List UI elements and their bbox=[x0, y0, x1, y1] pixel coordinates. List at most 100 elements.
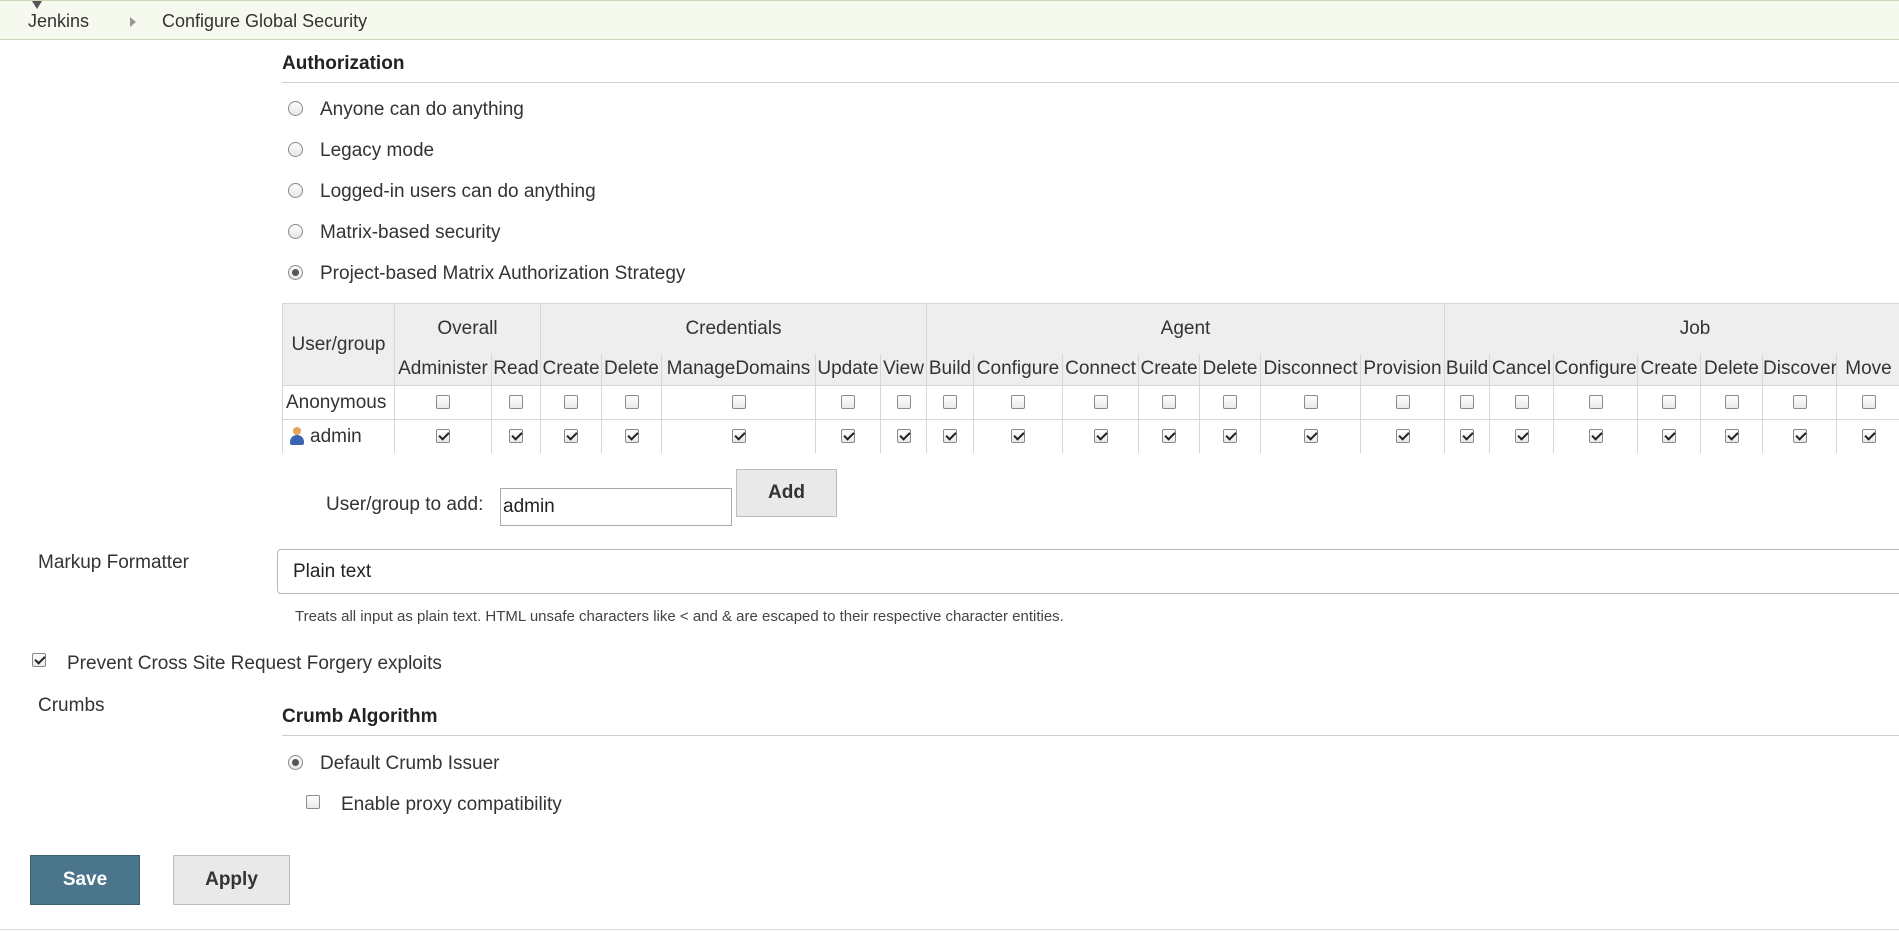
permission-cell bbox=[1637, 385, 1702, 420]
authorization-option-label: Anyone can do anything bbox=[320, 99, 524, 120]
permission-cell bbox=[491, 385, 541, 420]
permission-checkbox[interactable] bbox=[1861, 395, 1876, 410]
user-icon bbox=[290, 427, 304, 446]
default-crumb-issuer-radio[interactable] bbox=[288, 755, 303, 770]
permission-checkbox[interactable] bbox=[1223, 395, 1237, 410]
permission-checkbox[interactable] bbox=[1303, 429, 1318, 444]
save-button[interactable]: Save bbox=[30, 855, 140, 905]
crumbs-label: Crumbs bbox=[38, 695, 105, 716]
csrf-label: Prevent Cross Site Request Forgery explo… bbox=[67, 653, 442, 674]
permission-checkbox[interactable] bbox=[1514, 429, 1529, 444]
permission-checkbox[interactable] bbox=[896, 429, 911, 444]
permission-checkbox[interactable] bbox=[1395, 395, 1410, 410]
permission-checkbox[interactable] bbox=[1861, 429, 1876, 444]
permission-cell bbox=[661, 419, 816, 453]
authorization-option-label: Logged-in users can do anything bbox=[320, 181, 596, 202]
user-group-add-label: User/group to add: bbox=[326, 494, 484, 515]
permission-checkbox[interactable] bbox=[1724, 429, 1739, 444]
permission-checkbox[interactable] bbox=[1395, 429, 1410, 444]
permission-checkbox[interactable] bbox=[943, 429, 957, 444]
permission-group-header: Credentials bbox=[540, 303, 927, 354]
permission-checkbox[interactable] bbox=[841, 429, 855, 444]
permission-checkbox[interactable] bbox=[1792, 429, 1807, 444]
permission-cell bbox=[1444, 419, 1491, 453]
permission-checkbox[interactable] bbox=[624, 429, 639, 444]
apply-button[interactable]: Apply bbox=[173, 855, 290, 905]
permission-checkbox[interactable] bbox=[1011, 429, 1025, 444]
permission-checkbox[interactable] bbox=[436, 395, 450, 410]
permission-cell bbox=[973, 419, 1063, 453]
csrf-checkbox[interactable] bbox=[32, 653, 46, 667]
markup-formatter-help: Treats all input as plain text. HTML uns… bbox=[295, 608, 1064, 625]
proxy-compatibility-checkbox[interactable] bbox=[306, 795, 320, 809]
authorization-radio[interactable] bbox=[288, 183, 303, 198]
permission-group-header: Job bbox=[1444, 303, 1899, 354]
authorization-radio[interactable] bbox=[288, 101, 303, 116]
permission-checkbox[interactable] bbox=[1162, 395, 1176, 410]
permission-cell bbox=[394, 419, 492, 453]
permission-checkbox[interactable] bbox=[1514, 395, 1529, 410]
breadcrumb-jenkins-link[interactable]: Jenkins bbox=[28, 11, 89, 32]
permission-cell bbox=[880, 385, 927, 420]
permission-cell bbox=[1489, 419, 1555, 453]
add-user-button[interactable]: Add bbox=[736, 469, 837, 517]
permission-cell bbox=[815, 385, 881, 420]
permission-checkbox[interactable] bbox=[1162, 429, 1176, 444]
permission-cell bbox=[1637, 419, 1702, 453]
permission-checkbox[interactable] bbox=[731, 395, 746, 410]
authorization-option-label: Project-based Matrix Authorization Strat… bbox=[320, 263, 686, 284]
permission-checkbox[interactable] bbox=[509, 395, 523, 410]
permission-cell bbox=[1199, 385, 1261, 420]
permission-checkbox[interactable] bbox=[1724, 395, 1739, 410]
permission-checkbox[interactable] bbox=[564, 395, 578, 410]
permission-cell bbox=[1062, 419, 1139, 453]
permission-checkbox[interactable] bbox=[564, 429, 578, 444]
permission-checkbox[interactable] bbox=[1303, 395, 1318, 410]
permission-checkbox[interactable] bbox=[1093, 395, 1108, 410]
permission-checkbox[interactable] bbox=[1223, 429, 1237, 444]
permission-checkbox[interactable] bbox=[1662, 395, 1677, 410]
permission-cell bbox=[661, 385, 816, 420]
permission-checkbox[interactable] bbox=[943, 395, 957, 410]
permission-cell bbox=[1762, 385, 1838, 420]
breadcrumb-current-page[interactable]: Configure Global Security bbox=[162, 11, 367, 32]
permission-column-header: Create bbox=[1637, 353, 1702, 386]
permission-cell bbox=[1836, 385, 1899, 420]
permission-checkbox[interactable] bbox=[436, 429, 450, 444]
permission-checkbox[interactable] bbox=[1460, 395, 1475, 410]
permission-checkbox[interactable] bbox=[841, 395, 855, 410]
table-row: admin bbox=[282, 419, 1899, 453]
permission-cell bbox=[1062, 385, 1139, 420]
permission-column-header: Update bbox=[815, 353, 881, 386]
permission-column-header: Configure bbox=[1553, 353, 1639, 386]
permission-checkbox[interactable] bbox=[731, 429, 746, 444]
permission-cell bbox=[815, 419, 881, 453]
markup-formatter-selected-value: Plain text bbox=[293, 561, 372, 582]
permission-checkbox[interactable] bbox=[1792, 395, 1807, 410]
permission-checkbox[interactable] bbox=[1588, 429, 1603, 444]
permission-checkbox[interactable] bbox=[509, 429, 523, 444]
permission-checkbox[interactable] bbox=[1011, 395, 1025, 410]
authorization-radio[interactable] bbox=[288, 142, 303, 157]
permission-cell bbox=[1553, 419, 1639, 453]
authorization-radio[interactable] bbox=[288, 265, 303, 280]
permission-column-header: Create bbox=[540, 353, 602, 386]
permission-checkbox[interactable] bbox=[1460, 429, 1475, 444]
breadcrumb-separator-icon bbox=[130, 17, 136, 27]
user-group-name: Anonymous bbox=[286, 391, 387, 413]
permission-column-header: Provision bbox=[1360, 353, 1446, 386]
permission-checkbox[interactable] bbox=[896, 395, 911, 410]
default-crumb-issuer-label: Default Crumb Issuer bbox=[320, 753, 500, 774]
user-group-add-input[interactable] bbox=[500, 488, 732, 526]
authorization-radio[interactable] bbox=[288, 224, 303, 239]
permission-checkbox[interactable] bbox=[1662, 429, 1677, 444]
markup-formatter-select[interactable]: Plain text bbox=[277, 549, 1899, 594]
permission-checkbox[interactable] bbox=[624, 395, 639, 410]
markup-formatter-label: Markup Formatter bbox=[38, 552, 189, 573]
permission-cell bbox=[926, 385, 974, 420]
permission-cell bbox=[973, 385, 1063, 420]
permission-checkbox[interactable] bbox=[1588, 395, 1603, 410]
permission-column-header: Build bbox=[1444, 353, 1491, 386]
permission-checkbox[interactable] bbox=[1093, 429, 1108, 444]
permission-cell bbox=[1700, 419, 1764, 453]
